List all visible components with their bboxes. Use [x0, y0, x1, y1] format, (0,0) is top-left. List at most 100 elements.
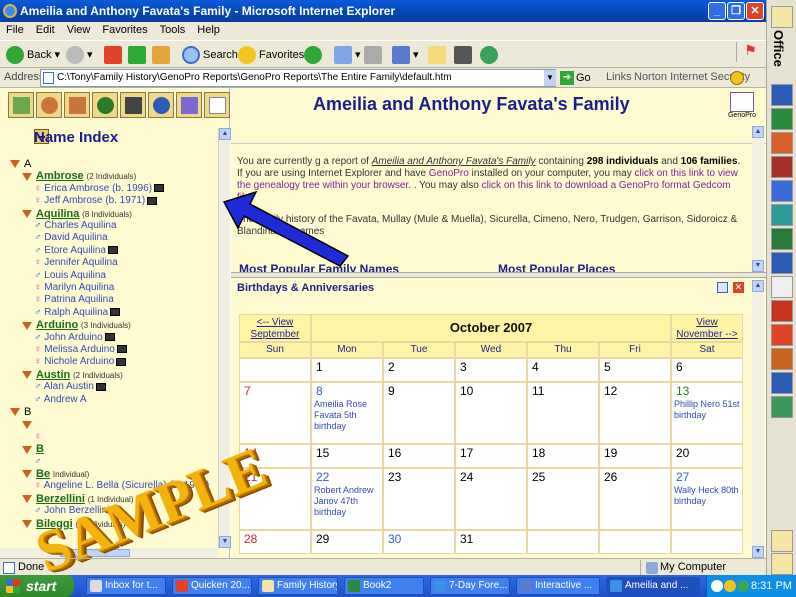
calendar-nav-button[interactable]	[176, 92, 202, 118]
person-item[interactable]: ♂ Charles Aquilina	[34, 220, 117, 232]
person-name-link[interactable]: Erica Ambrose (b. 1996)	[44, 183, 152, 194]
family-name-link[interactable]: Austin	[36, 369, 70, 381]
person-item[interactable]: ♀ Patrina Aquilina	[34, 294, 114, 306]
address-input[interactable]: C:\Tony\Family History\GenoPro Reports\G…	[40, 69, 556, 87]
back-button[interactable]: Back ▾	[6, 44, 60, 66]
menu-favorites[interactable]: Favorites	[96, 22, 153, 38]
family-name-link[interactable]: Bileggi	[36, 518, 73, 530]
person-item[interactable]: ♂ John Berzellini	[34, 505, 109, 517]
home-button[interactable]	[152, 44, 173, 66]
task-inbox[interactable]: Inbox for t...	[86, 577, 166, 595]
expand-triangle-icon[interactable]	[22, 209, 32, 218]
publisher-icon[interactable]	[771, 204, 793, 226]
expand-triangle-icon[interactable]	[22, 445, 32, 454]
scroll-thumb[interactable]	[60, 549, 130, 557]
family-name-link[interactable]: Berzellini	[36, 493, 85, 505]
task-interactive[interactable]: Interactive ...	[516, 577, 600, 595]
pane-splitter[interactable]	[231, 272, 766, 278]
photo-icon[interactable]	[104, 332, 115, 341]
family-group[interactable]: Arduino (3 Individuals)	[22, 319, 131, 331]
calendar-scrollbar[interactable]: ▲ ▼	[752, 280, 764, 558]
maximize-button[interactable]: ❐	[727, 2, 745, 20]
family-group[interactable]: Be Individual)	[22, 468, 89, 480]
favorites-button[interactable]: Favorites	[238, 44, 304, 66]
genopro-link[interactable]: GenoPro	[429, 168, 469, 179]
scroll-down-button[interactable]: ▼	[219, 536, 231, 548]
frontpage-icon[interactable]	[771, 228, 793, 250]
menu-view[interactable]: View	[61, 22, 97, 38]
person-name-link[interactable]: Jennifer Aquilina	[44, 257, 117, 268]
photo-icon[interactable]	[147, 196, 158, 205]
letter-group[interactable]: A	[10, 158, 31, 170]
expand-triangle-icon[interactable]	[22, 371, 32, 380]
left-horizontal-scrollbar[interactable]	[0, 548, 218, 558]
family-group[interactable]: Bileggi (2 Individuals)	[22, 518, 125, 530]
folder-open-icon[interactable]	[771, 553, 793, 575]
expand-triangle-icon[interactable]	[10, 160, 20, 169]
messenger-button[interactable]	[480, 44, 501, 66]
window-title-bar[interactable]: Ameilia and Anthony Favata's Family - Mi…	[0, 0, 766, 22]
photo-icon[interactable]	[95, 382, 106, 391]
genopro-logo[interactable]: GenoPro	[725, 92, 759, 126]
person-item[interactable]: ♀ Angeline L. Bella (Sicurella) (b. 1913…	[34, 480, 209, 492]
help-icon[interactable]	[771, 252, 793, 274]
photos-nav-button[interactable]	[120, 92, 146, 118]
person-item[interactable]: ♂ Andrew A	[34, 394, 87, 406]
task-ameilia-family[interactable]: Ameilia and ...	[606, 577, 700, 595]
person-name-link[interactable]: John Berzellini	[44, 505, 109, 516]
close-button[interactable]: ✕	[746, 2, 764, 20]
person-item[interactable]: ♂ John Arduino	[34, 332, 115, 344]
web-icon[interactable]	[771, 372, 793, 394]
horse-icon[interactable]	[771, 348, 793, 370]
birthdays-minimize-button[interactable]	[717, 282, 728, 293]
person-item[interactable]: ♂ Etore Aquilina	[34, 245, 118, 257]
start-button[interactable]: start	[0, 575, 74, 597]
task-family-history[interactable]: Family History	[258, 577, 338, 595]
family-group[interactable]: B	[22, 443, 44, 455]
person-item[interactable]: ♂ Ralph Aquilina	[34, 307, 121, 319]
family-name-link[interactable]: B	[36, 443, 44, 455]
task-7day-forecast[interactable]: 7-Day Fore...	[430, 577, 510, 595]
photo-icon[interactable]	[110, 308, 121, 317]
person-name-link[interactable]: Nichole Arduino	[44, 356, 114, 367]
family-name-link[interactable]: Arduino	[36, 319, 78, 331]
family-group[interactable]: Ambrose (2 Individuals)	[22, 170, 136, 182]
scroll-up-button[interactable]: ▲	[752, 280, 764, 292]
person-name-link[interactable]: Charles Aquilina	[44, 220, 116, 231]
family-report-link[interactable]: Ameilia and Anthony Favata's Family	[372, 156, 536, 167]
scroll-up-button[interactable]: ▲	[752, 126, 764, 138]
family-name-link[interactable]: Ambrose	[36, 170, 84, 182]
expand-triangle-icon[interactable]	[22, 495, 32, 504]
links-button[interactable]: Links	[606, 71, 632, 83]
photo-icon[interactable]	[154, 184, 165, 193]
expand-triangle-icon[interactable]	[22, 321, 32, 330]
powerpoint-icon[interactable]	[771, 132, 793, 154]
globe-tool-icon[interactable]	[771, 396, 793, 418]
print-button[interactable]	[364, 44, 385, 66]
letter-group[interactable]: B	[10, 406, 31, 418]
tray-icon[interactable]	[737, 580, 749, 592]
person-item[interactable]: ♂ David Aquilina	[34, 232, 108, 244]
expand-triangle-icon[interactable]	[10, 408, 20, 417]
font-icon[interactable]	[771, 300, 793, 322]
person-name-link[interactable]: David Aquilina	[44, 232, 107, 243]
photo-icon[interactable]	[116, 345, 127, 354]
person-name-link[interactable]: Andrew A	[44, 394, 87, 405]
stop-button[interactable]	[104, 44, 125, 66]
family-group[interactable]: Austin (2 Individuals)	[22, 369, 123, 381]
person-name-link[interactable]: Angeline L. Bella (Sicurella) (b. 1913)	[44, 480, 210, 491]
family-name-link[interactable]: Be	[36, 468, 50, 480]
person-item[interactable]: ♀ Melissa Arduino	[34, 344, 127, 356]
tray-icon[interactable]	[711, 580, 723, 592]
norton-tray-icon[interactable]	[724, 580, 736, 592]
prev-month-link[interactable]: <-- View September	[239, 314, 311, 342]
person-name-link[interactable]: Marilyn Aquilina	[44, 282, 114, 293]
person-item[interactable]: ♂ Louis Aquilina	[34, 270, 106, 282]
person-item[interactable]: ♂	[34, 456, 42, 468]
scroll-down-button[interactable]: ▼	[752, 260, 764, 272]
search-button[interactable]: Search	[182, 44, 238, 66]
home-nav-button[interactable]	[8, 92, 34, 118]
places-nav-button[interactable]	[148, 92, 174, 118]
research-button[interactable]	[454, 44, 475, 66]
forward-button[interactable]: ▾	[66, 44, 93, 66]
